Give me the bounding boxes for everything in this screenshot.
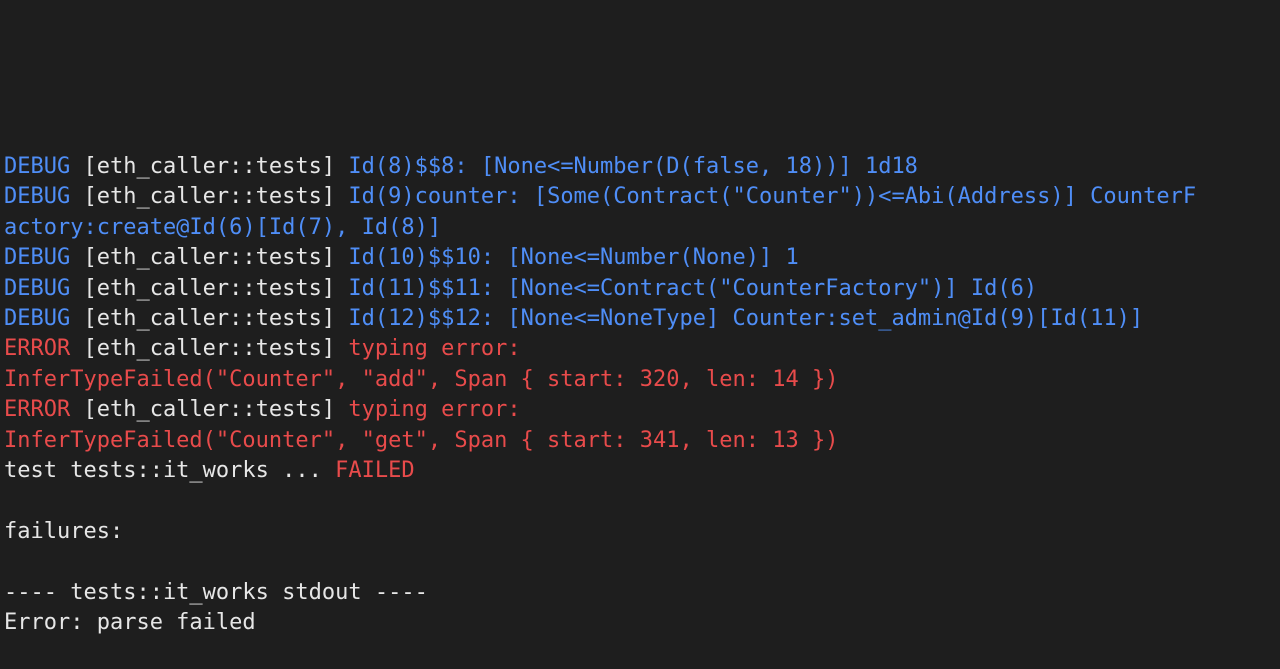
terminal-line: ERROR [eth_caller::tests] typing error: xyxy=(0,395,1280,425)
terminal-line: DEBUG [eth_caller::tests] Id(8)$$8: [Non… xyxy=(0,152,1280,182)
terminal-output: DEBUG [eth_caller::tests] Id(8)$$8: [Non… xyxy=(0,0,1280,635)
debug-text: DEBUG xyxy=(4,275,71,301)
debug-text: DEBUG xyxy=(4,305,71,331)
terminal-line: DEBUG [eth_caller::tests] Id(12)$$12: [N… xyxy=(0,304,1280,334)
debug-text: Id(10)$$10: [None<=Number(None)] 1 xyxy=(348,245,799,271)
terminal-line: failures: xyxy=(0,517,1280,547)
log-text: [eth_caller::tests] xyxy=(70,336,349,362)
log-text: [eth_caller::tests] xyxy=(70,305,349,331)
debug-text: Id(12)$$12: [None<=NoneType] Counter:set… xyxy=(348,305,1144,331)
terminal-lines: DEBUG [eth_caller::tests] Id(8)$$8: [Non… xyxy=(0,152,1280,638)
terminal-line: DEBUG [eth_caller::tests] Id(9)counter: … xyxy=(0,182,1280,212)
log-text: Error: parse failed xyxy=(4,609,256,635)
debug-text: DEBUG xyxy=(4,184,71,210)
terminal-line: Error: parse failed xyxy=(0,608,1280,638)
error-text: typing error: xyxy=(348,336,521,362)
error-text: ERROR xyxy=(4,397,71,423)
error-text: FAILED xyxy=(335,457,415,483)
log-text: [eth_caller::tests] xyxy=(70,184,349,210)
terminal-line: test tests::it_works ... FAILED xyxy=(0,456,1280,486)
terminal-line: DEBUG [eth_caller::tests] Id(10)$$10: [N… xyxy=(0,243,1280,273)
debug-text: Id(9)counter: [Some(Contract("Counter"))… xyxy=(348,184,1197,210)
log-text: [eth_caller::tests] xyxy=(70,397,349,423)
debug-text: Id(8)$$8: [None<=Number(D(false, 18))] 1… xyxy=(348,154,918,180)
error-text: InferTypeFailed("Counter", "add", Span {… xyxy=(4,366,839,392)
error-text: ERROR xyxy=(4,336,71,362)
terminal-line: ---- tests::it_works stdout ---- xyxy=(0,578,1280,608)
log-text: ---- tests::it_works stdout ---- xyxy=(4,579,428,605)
terminal-line: InferTypeFailed("Counter", "get", Span {… xyxy=(0,426,1280,456)
terminal-line: actory:create@Id(6)[Id(7), Id(8)] xyxy=(0,213,1280,243)
log-text: [eth_caller::tests] xyxy=(70,275,349,301)
debug-text: Id(11)$$11: [None<=Contract("CounterFact… xyxy=(348,275,1038,301)
debug-text: DEBUG xyxy=(4,245,71,271)
terminal-line: ERROR [eth_caller::tests] typing error: xyxy=(0,334,1280,364)
terminal-line: DEBUG [eth_caller::tests] Id(11)$$11: [N… xyxy=(0,274,1280,304)
log-text: failures: xyxy=(4,518,124,544)
log-text: test tests::it_works ... xyxy=(4,457,336,483)
terminal-line: InferTypeFailed("Counter", "add", Span {… xyxy=(0,365,1280,395)
debug-text: actory:create@Id(6)[Id(7), Id(8)] xyxy=(4,214,442,240)
error-text: InferTypeFailed("Counter", "get", Span {… xyxy=(4,427,839,453)
debug-text: DEBUG xyxy=(4,154,71,180)
log-text: [eth_caller::tests] xyxy=(70,245,349,271)
log-text: [eth_caller::tests] xyxy=(70,154,349,180)
error-text: typing error: xyxy=(348,397,521,423)
